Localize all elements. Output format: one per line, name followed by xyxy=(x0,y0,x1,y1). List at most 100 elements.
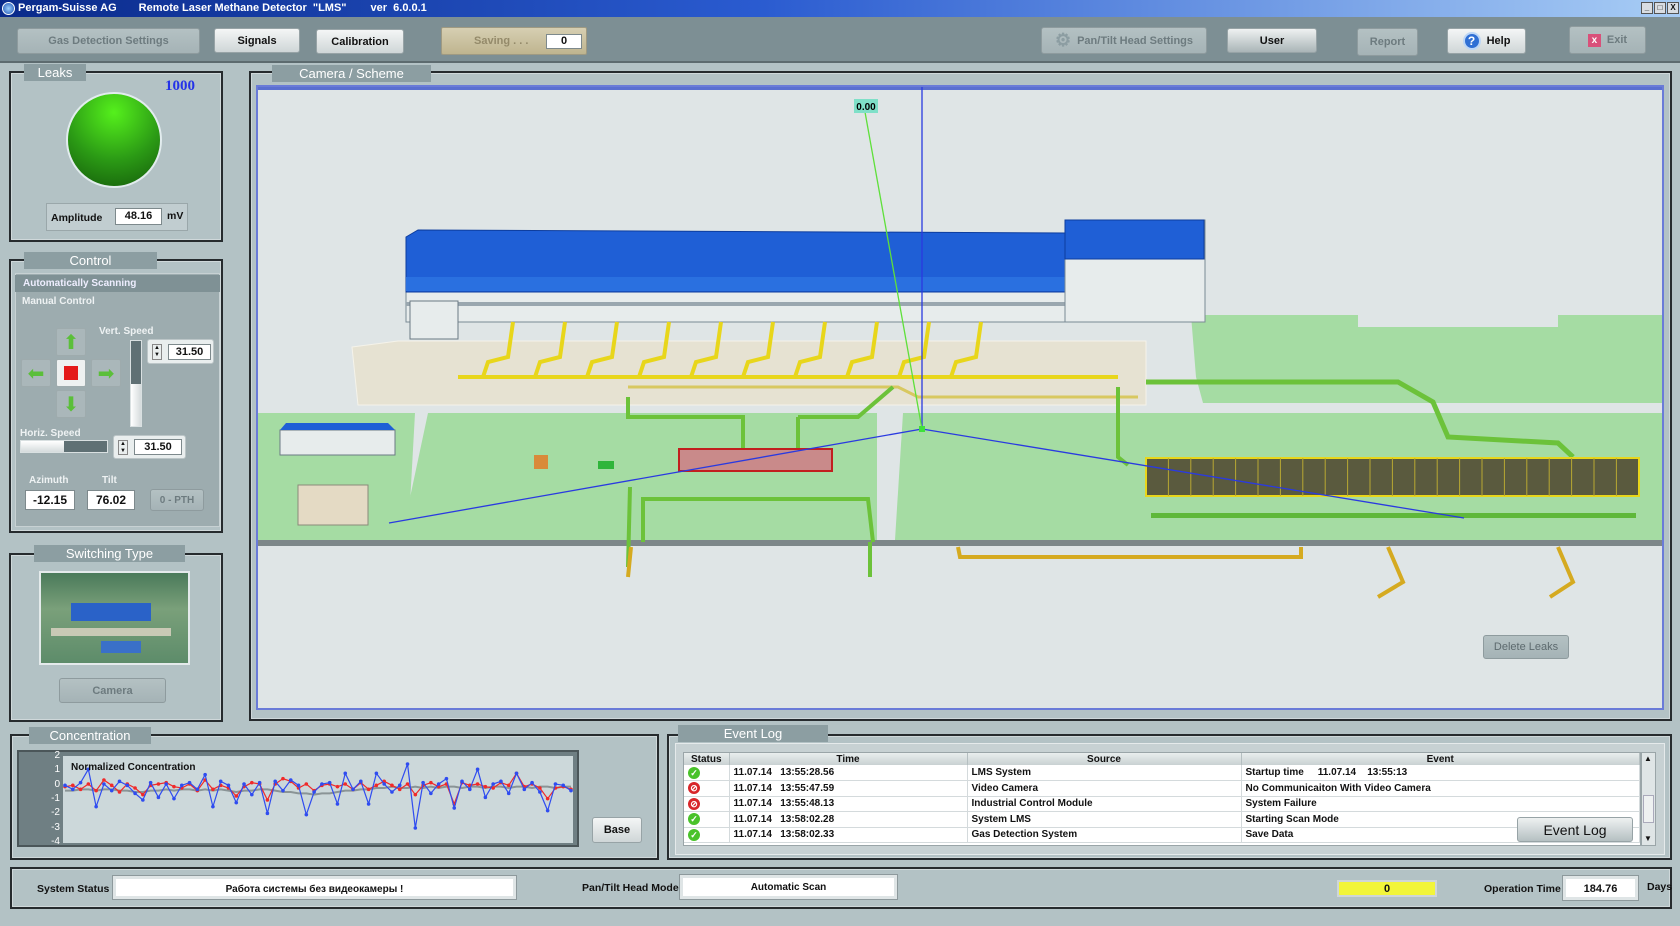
system-status-value: Работа системы без видеокамеры ! xyxy=(113,876,516,899)
table-row[interactable]: ⊘ 11.07.14 13:55:47.59 Video Camera No C… xyxy=(684,780,1640,797)
tanks xyxy=(297,484,369,526)
column-header[interactable]: Event xyxy=(1241,753,1640,765)
scheme-view[interactable]: 0.00 Delete Leaks xyxy=(256,85,1664,710)
manual-control-tab[interactable]: Manual Control xyxy=(22,296,95,307)
pan-left-button[interactable]: ⬅ xyxy=(21,359,51,387)
event-log-button[interactable]: Event Log xyxy=(1517,817,1633,842)
calibration-button[interactable]: Calibration xyxy=(316,29,404,54)
table-row[interactable]: ✓ 11.07.14 13:55:28.56 LMS System Startu… xyxy=(684,765,1640,781)
data-point xyxy=(561,783,566,788)
data-point xyxy=(203,772,207,777)
column-header[interactable]: Status xyxy=(684,753,730,765)
data-point xyxy=(429,791,433,796)
table-row[interactable]: ⊘ 11.07.14 13:55:48.13 Industrial Contro… xyxy=(684,796,1640,812)
data-point xyxy=(187,780,192,785)
data-point xyxy=(273,779,277,784)
data-point xyxy=(483,795,488,800)
data-point xyxy=(94,804,98,809)
saving-label: Saving . . . xyxy=(474,35,529,47)
underground-pipes xyxy=(626,546,1576,599)
table-row[interactable]: ✓ 11.07.14 13:58:02.28 System LMS Starti… xyxy=(684,811,1640,828)
data-point xyxy=(320,782,324,786)
scroll-down-icon[interactable]: ▼ xyxy=(1644,834,1652,843)
saving-panel: Saving . . . 0 xyxy=(441,27,587,55)
data-point xyxy=(390,783,394,788)
switching-title: Switching Type xyxy=(34,545,185,562)
data-point xyxy=(304,782,309,786)
event-log-scrollbar[interactable]: ▲ ▼ xyxy=(1641,752,1656,846)
delete-leaks-button[interactable]: Delete Leaks xyxy=(1483,635,1569,659)
stop-button[interactable] xyxy=(56,359,86,387)
maximize-button[interactable]: □ xyxy=(1654,2,1666,14)
data-point xyxy=(304,812,309,817)
spinner-arrows-icon[interactable]: ▲ ▼ xyxy=(118,440,128,455)
horiz-speed-slider[interactable] xyxy=(20,440,108,453)
camera-title: Camera / Scheme xyxy=(272,65,431,82)
pan-right-button[interactable]: ➡ xyxy=(91,359,121,387)
status-cell: ⊘ xyxy=(684,796,730,812)
report-button[interactable]: Report xyxy=(1357,28,1418,56)
signals-button[interactable]: Signals xyxy=(214,28,300,53)
help-button[interactable]: ? Help xyxy=(1447,28,1526,54)
data-point xyxy=(327,780,332,785)
column-header[interactable]: Source xyxy=(967,753,1242,765)
scroll-thumb[interactable] xyxy=(1643,795,1654,823)
tilt-down-button[interactable]: ⬇ xyxy=(56,390,86,418)
data-point xyxy=(125,783,130,788)
site-thumbnail[interactable] xyxy=(39,571,190,665)
time-cell: 11.07.14 13:55:47.59 xyxy=(729,780,968,797)
pth-button[interactable]: 0 - PTH xyxy=(150,489,204,511)
status-cell: ✓ xyxy=(684,827,730,843)
status-cell: ⊘ xyxy=(684,780,730,797)
table-row[interactable]: ✓ 11.07.14 13:58:02.33 Gas Detection Sys… xyxy=(684,827,1640,843)
horiz-speed-spinner[interactable]: ▲ ▼ 31.50 xyxy=(113,435,186,459)
data-point xyxy=(117,790,122,794)
button-label: Help xyxy=(1486,35,1511,47)
data-point xyxy=(133,791,137,796)
gas-detection-settings-button[interactable]: Gas Detection Settings xyxy=(17,28,200,54)
data-point xyxy=(499,779,503,784)
spinner-arrows-icon[interactable]: ▲ ▼ xyxy=(152,344,162,360)
exit-button[interactable]: x Exit xyxy=(1569,26,1646,54)
data-point xyxy=(468,787,472,792)
data-point xyxy=(569,788,573,793)
button-label: Base xyxy=(603,824,631,836)
base-button[interactable]: Base xyxy=(592,817,642,843)
vert-speed-spinner[interactable]: ▲ ▼ 31.50 xyxy=(147,339,214,364)
column-header[interactable]: Time xyxy=(729,753,968,765)
head-mode-value: Automatic Scan xyxy=(680,875,897,899)
data-point xyxy=(405,762,410,766)
horiz-speed-value[interactable]: 31.50 xyxy=(134,439,182,455)
source-cell: Industrial Control Module xyxy=(967,796,1242,812)
scroll-up-icon[interactable]: ▲ xyxy=(1644,754,1652,763)
scanner-position xyxy=(919,426,925,432)
user-button[interactable]: User xyxy=(1227,28,1317,53)
data-point xyxy=(156,782,161,786)
small-building xyxy=(279,429,396,456)
data-point xyxy=(265,798,270,802)
data-point xyxy=(452,806,457,810)
vert-speed-slider[interactable] xyxy=(130,340,142,427)
counter-indicator: 0 xyxy=(1337,880,1437,897)
check-icon: ✓ xyxy=(688,813,700,826)
data-point xyxy=(78,780,83,785)
camera-button[interactable]: Camera xyxy=(59,678,166,703)
data-point xyxy=(429,780,433,785)
auto-scan-tab[interactable]: Automatically Scanning xyxy=(15,275,220,292)
vert-speed-value[interactable]: 31.50 xyxy=(168,344,211,360)
series-line xyxy=(64,763,572,829)
source-cell: Video Camera xyxy=(967,780,1242,797)
data-point xyxy=(242,782,246,786)
pan-tilt-settings-button[interactable]: ⚙ Pan/Tilt Head Settings xyxy=(1041,27,1207,54)
tilt-up-button[interactable]: ⬆ xyxy=(56,328,86,356)
data-point xyxy=(413,826,418,830)
button-label: Pan/Tilt Head Settings xyxy=(1077,34,1194,47)
data-point xyxy=(405,782,410,786)
tilt-label: Tilt xyxy=(102,475,117,486)
data-point xyxy=(553,782,558,786)
data-point xyxy=(436,782,441,786)
operation-time-label: Operation Time xyxy=(1484,883,1561,895)
minimize-button[interactable]: _ xyxy=(1641,2,1653,14)
data-point xyxy=(460,779,464,784)
close-button[interactable]: X xyxy=(1667,2,1679,14)
